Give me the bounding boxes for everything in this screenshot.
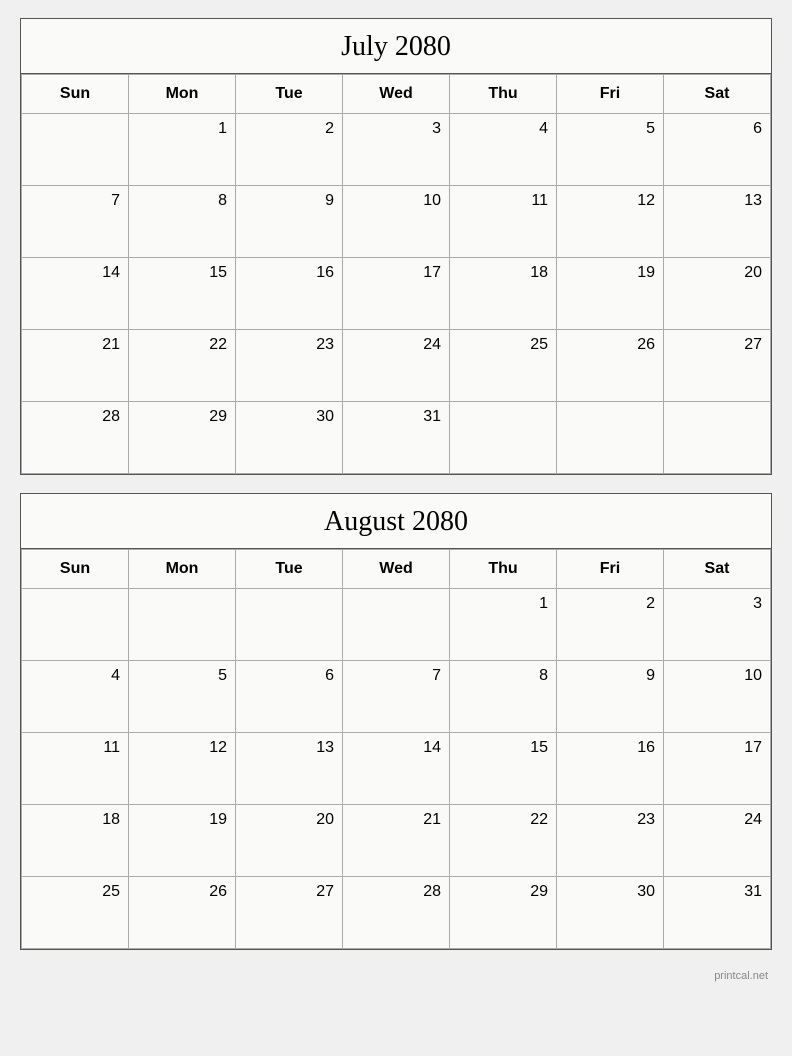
calendar-cell: 8 [450, 661, 557, 733]
day-header-sun: Sun [22, 75, 129, 114]
calendar-cell: 1 [450, 589, 557, 661]
calendar-cell: 31 [343, 402, 450, 474]
calendar-cell: 7 [22, 186, 129, 258]
calendar-cell: 23 [236, 330, 343, 402]
calendar-cell: 19 [557, 258, 664, 330]
calendar-cell: 20 [236, 805, 343, 877]
calendar-cell: 3 [664, 589, 771, 661]
calendar-cell: 8 [129, 186, 236, 258]
calendar-cell: 2 [236, 114, 343, 186]
calendar-cell: 16 [557, 733, 664, 805]
calendar-cell: 30 [557, 877, 664, 949]
calendar-cell: 31 [664, 877, 771, 949]
calendar-cell: 10 [343, 186, 450, 258]
calendar-cell: 17 [343, 258, 450, 330]
july-2080-title: July 2080 [21, 19, 771, 74]
august-2080-title: August 2080 [21, 494, 771, 549]
day-header-tue: Tue [236, 550, 343, 589]
calendar-cell: 29 [129, 402, 236, 474]
calendar-cell: 1 [129, 114, 236, 186]
calendar-cell: 26 [557, 330, 664, 402]
calendar-cell: 29 [450, 877, 557, 949]
calendar-cell: 6 [236, 661, 343, 733]
calendar-cell: 28 [22, 402, 129, 474]
calendar-cell: 28 [343, 877, 450, 949]
calendar-cell: 13 [664, 186, 771, 258]
day-header-mon: Mon [129, 550, 236, 589]
calendar-cell [22, 114, 129, 186]
day-header-thu: Thu [450, 550, 557, 589]
calendar-cell: 14 [22, 258, 129, 330]
calendar-cell: 16 [236, 258, 343, 330]
calendar-cell: 20 [664, 258, 771, 330]
day-header-sun: Sun [22, 550, 129, 589]
day-header-sat: Sat [664, 550, 771, 589]
calendar-cell: 23 [557, 805, 664, 877]
calendar-cell: 24 [664, 805, 771, 877]
calendar-cell: 11 [450, 186, 557, 258]
calendar-cell: 4 [450, 114, 557, 186]
calendar-cell: 18 [22, 805, 129, 877]
calendar-cell: 3 [343, 114, 450, 186]
calendar-cell: 21 [22, 330, 129, 402]
calendar-cell: 11 [22, 733, 129, 805]
calendar-cell: 21 [343, 805, 450, 877]
july-2080: July 2080SunMonTueWedThuFriSat1234567891… [20, 18, 772, 475]
calendar-cell: 15 [450, 733, 557, 805]
calendar-cell [236, 589, 343, 661]
calendar-cell [129, 589, 236, 661]
calendar-cell [343, 589, 450, 661]
day-header-thu: Thu [450, 75, 557, 114]
watermark: printcal.net [20, 968, 772, 982]
calendar-cell: 5 [129, 661, 236, 733]
calendar-cell: 25 [22, 877, 129, 949]
calendar-cell: 5 [557, 114, 664, 186]
day-header-fri: Fri [557, 550, 664, 589]
calendar-cell: 12 [557, 186, 664, 258]
calendar-cell: 6 [664, 114, 771, 186]
calendar-cell: 2 [557, 589, 664, 661]
day-header-mon: Mon [129, 75, 236, 114]
calendar-cell: 22 [129, 330, 236, 402]
calendar-cell: 18 [450, 258, 557, 330]
august-2080: August 2080SunMonTueWedThuFriSat12345678… [20, 493, 772, 950]
calendar-cell [22, 589, 129, 661]
day-header-tue: Tue [236, 75, 343, 114]
calendar-cell: 14 [343, 733, 450, 805]
calendar-cell: 27 [664, 330, 771, 402]
calendar-cell [557, 402, 664, 474]
calendar-cell: 9 [557, 661, 664, 733]
calendar-cell: 25 [450, 330, 557, 402]
calendar-cell: 9 [236, 186, 343, 258]
calendar-cell: 26 [129, 877, 236, 949]
calendar-cell: 13 [236, 733, 343, 805]
calendar-cell: 4 [22, 661, 129, 733]
calendar-cell: 7 [343, 661, 450, 733]
day-header-wed: Wed [343, 75, 450, 114]
day-header-fri: Fri [557, 75, 664, 114]
calendar-cell: 30 [236, 402, 343, 474]
calendar-cell: 27 [236, 877, 343, 949]
calendar-cell: 10 [664, 661, 771, 733]
day-header-wed: Wed [343, 550, 450, 589]
calendar-cell: 12 [129, 733, 236, 805]
calendar-cell: 17 [664, 733, 771, 805]
calendar-cell [664, 402, 771, 474]
calendar-cell [450, 402, 557, 474]
calendar-cell: 19 [129, 805, 236, 877]
page: July 2080SunMonTueWedThuFriSat1234567891… [0, 0, 792, 1056]
calendar-cell: 24 [343, 330, 450, 402]
calendar-cell: 15 [129, 258, 236, 330]
day-header-sat: Sat [664, 75, 771, 114]
calendar-cell: 22 [450, 805, 557, 877]
